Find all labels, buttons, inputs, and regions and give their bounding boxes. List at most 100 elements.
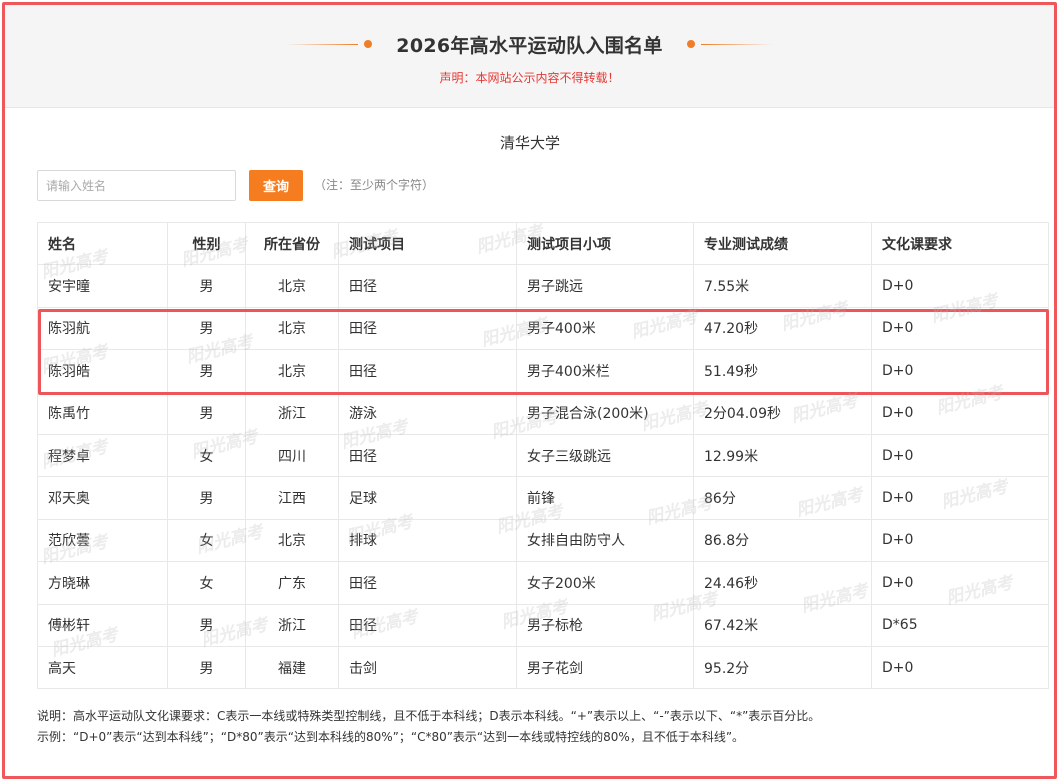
column-header-province: 所在省份 [245, 221, 339, 266]
cell-name: 傅彬轩 [37, 603, 168, 647]
title-decoration-right [686, 40, 773, 48]
column-header-gender: 性别 [167, 221, 246, 266]
page-title: 2026年高水平运动队入围名单 [396, 34, 663, 57]
column-header-sub-event: 测试项目小项 [516, 221, 694, 266]
cell-province: 四川 [245, 433, 339, 478]
footnote-line: 示例：“D+0”表示“达到本科线”；“D*80”表示“达到本科线的80%”；“C… [37, 730, 745, 744]
cell-gender: 女 [167, 433, 246, 478]
cell-province: 北京 [245, 306, 339, 351]
column-header-name: 姓名 [37, 221, 168, 266]
cell-name: 陈禹竹 [37, 391, 168, 435]
cell-name: 程梦卓 [37, 433, 168, 478]
cell-sub-event: 男子跳远 [516, 264, 694, 308]
cell-name: 方晓琳 [37, 561, 168, 605]
cell-province: 北京 [245, 264, 339, 308]
cell-culture-requirement: D+0 [871, 518, 1049, 563]
column-header-event: 测试项目 [338, 221, 517, 266]
cell-score: 47.20秒 [693, 306, 872, 351]
table-header-row: 姓名 性别 所在省份 测试项目 测试项目小项 专业测试成绩 文化课要求 [37, 221, 1049, 266]
roster-table: 姓名 性别 所在省份 测试项目 测试项目小项 专业测试成绩 文化课要求 安宇曈 … [37, 221, 1049, 690]
cell-name: 陈羽皓 [37, 349, 168, 393]
cell-gender: 男 [167, 349, 246, 393]
table-row: 程梦卓 女 四川 田径 女子三级跳远 12.99米 D+0 [37, 433, 1049, 478]
cell-gender: 男 [167, 264, 246, 308]
name-search-input[interactable] [37, 170, 236, 201]
cell-score: 86分 [693, 476, 872, 520]
title-row: 2026年高水平运动队入围名单 [5, 29, 1054, 59]
cell-name: 陈羽航 [37, 306, 168, 351]
search-button[interactable]: 查询 [249, 170, 303, 201]
cell-score: 2分04.09秒 [693, 391, 872, 435]
cell-gender: 男 [167, 645, 246, 690]
cell-sub-event: 男子花剑 [516, 645, 694, 690]
column-header-score: 专业测试成绩 [693, 221, 872, 266]
cell-gender: 男 [167, 476, 246, 520]
page-header: 2026年高水平运动队入围名单 声明：本网站公示内容不得转载！ [5, 5, 1054, 108]
cell-culture-requirement: D*65 [871, 603, 1049, 647]
table-row: 陈羽皓 男 北京 田径 男子400米栏 51.49秒 D+0 [37, 349, 1049, 393]
cell-score: 7.55米 [693, 264, 872, 308]
cell-culture-requirement: D+0 [871, 264, 1049, 308]
cell-name: 范欣蕓 [37, 518, 168, 563]
table-row: 陈羽航 男 北京 田径 男子400米 47.20秒 D+0 [37, 306, 1049, 351]
table-row: 范欣蕓 女 北京 排球 女排自由防守人 86.8分 D+0 [37, 518, 1049, 563]
column-header-culture-requirement: 文化课要求 [871, 221, 1049, 266]
footnote: 说明：高水平运动队文化课要求：C表示一本线或特殊类型控制线，且不低于本科线；D表… [37, 706, 1037, 748]
cell-province: 浙江 [245, 603, 339, 647]
cell-culture-requirement: D+0 [871, 561, 1049, 605]
cell-score: 86.8分 [693, 518, 872, 563]
table-row: 邓天奥 男 江西 足球 前锋 86分 D+0 [37, 476, 1049, 520]
cell-province: 北京 [245, 518, 339, 563]
cell-culture-requirement: D+0 [871, 306, 1049, 351]
footnote-line: 说明：高水平运动队文化课要求：C表示一本线或特殊类型控制线，且不低于本科线；D表… [37, 709, 821, 723]
cell-event: 田径 [338, 349, 517, 393]
cell-culture-requirement: D+0 [871, 349, 1049, 393]
cell-event: 排球 [338, 518, 517, 563]
table-row: 安宇曈 男 北京 田径 男子跳远 7.55米 D+0 [37, 264, 1049, 308]
dot-icon [686, 40, 695, 48]
cell-name: 邓天奥 [37, 476, 168, 520]
cell-score: 67.42米 [693, 603, 872, 647]
cell-province: 广东 [245, 561, 339, 605]
table-row: 高天 男 福建 击剑 男子花剑 95.2分 D+0 [37, 645, 1049, 690]
cell-event: 田径 [338, 561, 517, 605]
cell-score: 12.99米 [693, 433, 872, 478]
cell-event: 田径 [338, 433, 517, 478]
cell-province: 浙江 [245, 391, 339, 435]
cell-culture-requirement: D+0 [871, 476, 1049, 520]
search-tip: （注：至少两个字符） [314, 178, 435, 192]
cell-event: 田径 [338, 264, 517, 308]
cell-gender: 女 [167, 561, 246, 605]
cell-province: 福建 [245, 645, 339, 690]
cell-event: 击剑 [338, 645, 517, 690]
title-decoration-left [286, 40, 373, 48]
cell-event: 田径 [338, 603, 517, 647]
cell-gender: 男 [167, 391, 246, 435]
cell-event: 足球 [338, 476, 517, 520]
cell-sub-event: 前锋 [516, 476, 694, 520]
cell-event: 游泳 [338, 391, 517, 435]
table-row: 方晓琳 女 广东 田径 女子200米 24.46秒 D+0 [37, 561, 1049, 605]
dot-icon [364, 40, 373, 48]
university-name: 清华大学 [499, 134, 560, 152]
cell-sub-event: 男子400米栏 [516, 349, 694, 393]
cell-event: 田径 [338, 306, 517, 351]
cell-sub-event: 男子混合泳(200米) [516, 391, 694, 435]
cell-sub-event: 男子400米 [516, 306, 694, 351]
cell-gender: 女 [167, 518, 246, 563]
cell-culture-requirement: D+0 [871, 433, 1049, 478]
cell-sub-event: 男子标枪 [516, 603, 694, 647]
cell-province: 北京 [245, 349, 339, 393]
cell-province: 江西 [245, 476, 339, 520]
cell-sub-event: 女排自由防守人 [516, 518, 694, 563]
cell-score: 51.49秒 [693, 349, 872, 393]
cell-gender: 男 [167, 306, 246, 351]
cell-gender: 男 [167, 603, 246, 647]
cell-score: 24.46秒 [693, 561, 872, 605]
cell-culture-requirement: D+0 [871, 645, 1049, 690]
copyright-notice: 声明：本网站公示内容不得转载！ [439, 71, 620, 85]
cell-score: 95.2分 [693, 645, 872, 690]
cell-culture-requirement: D+0 [871, 391, 1049, 435]
cell-sub-event: 女子200米 [516, 561, 694, 605]
cell-name: 安宇曈 [37, 264, 168, 308]
